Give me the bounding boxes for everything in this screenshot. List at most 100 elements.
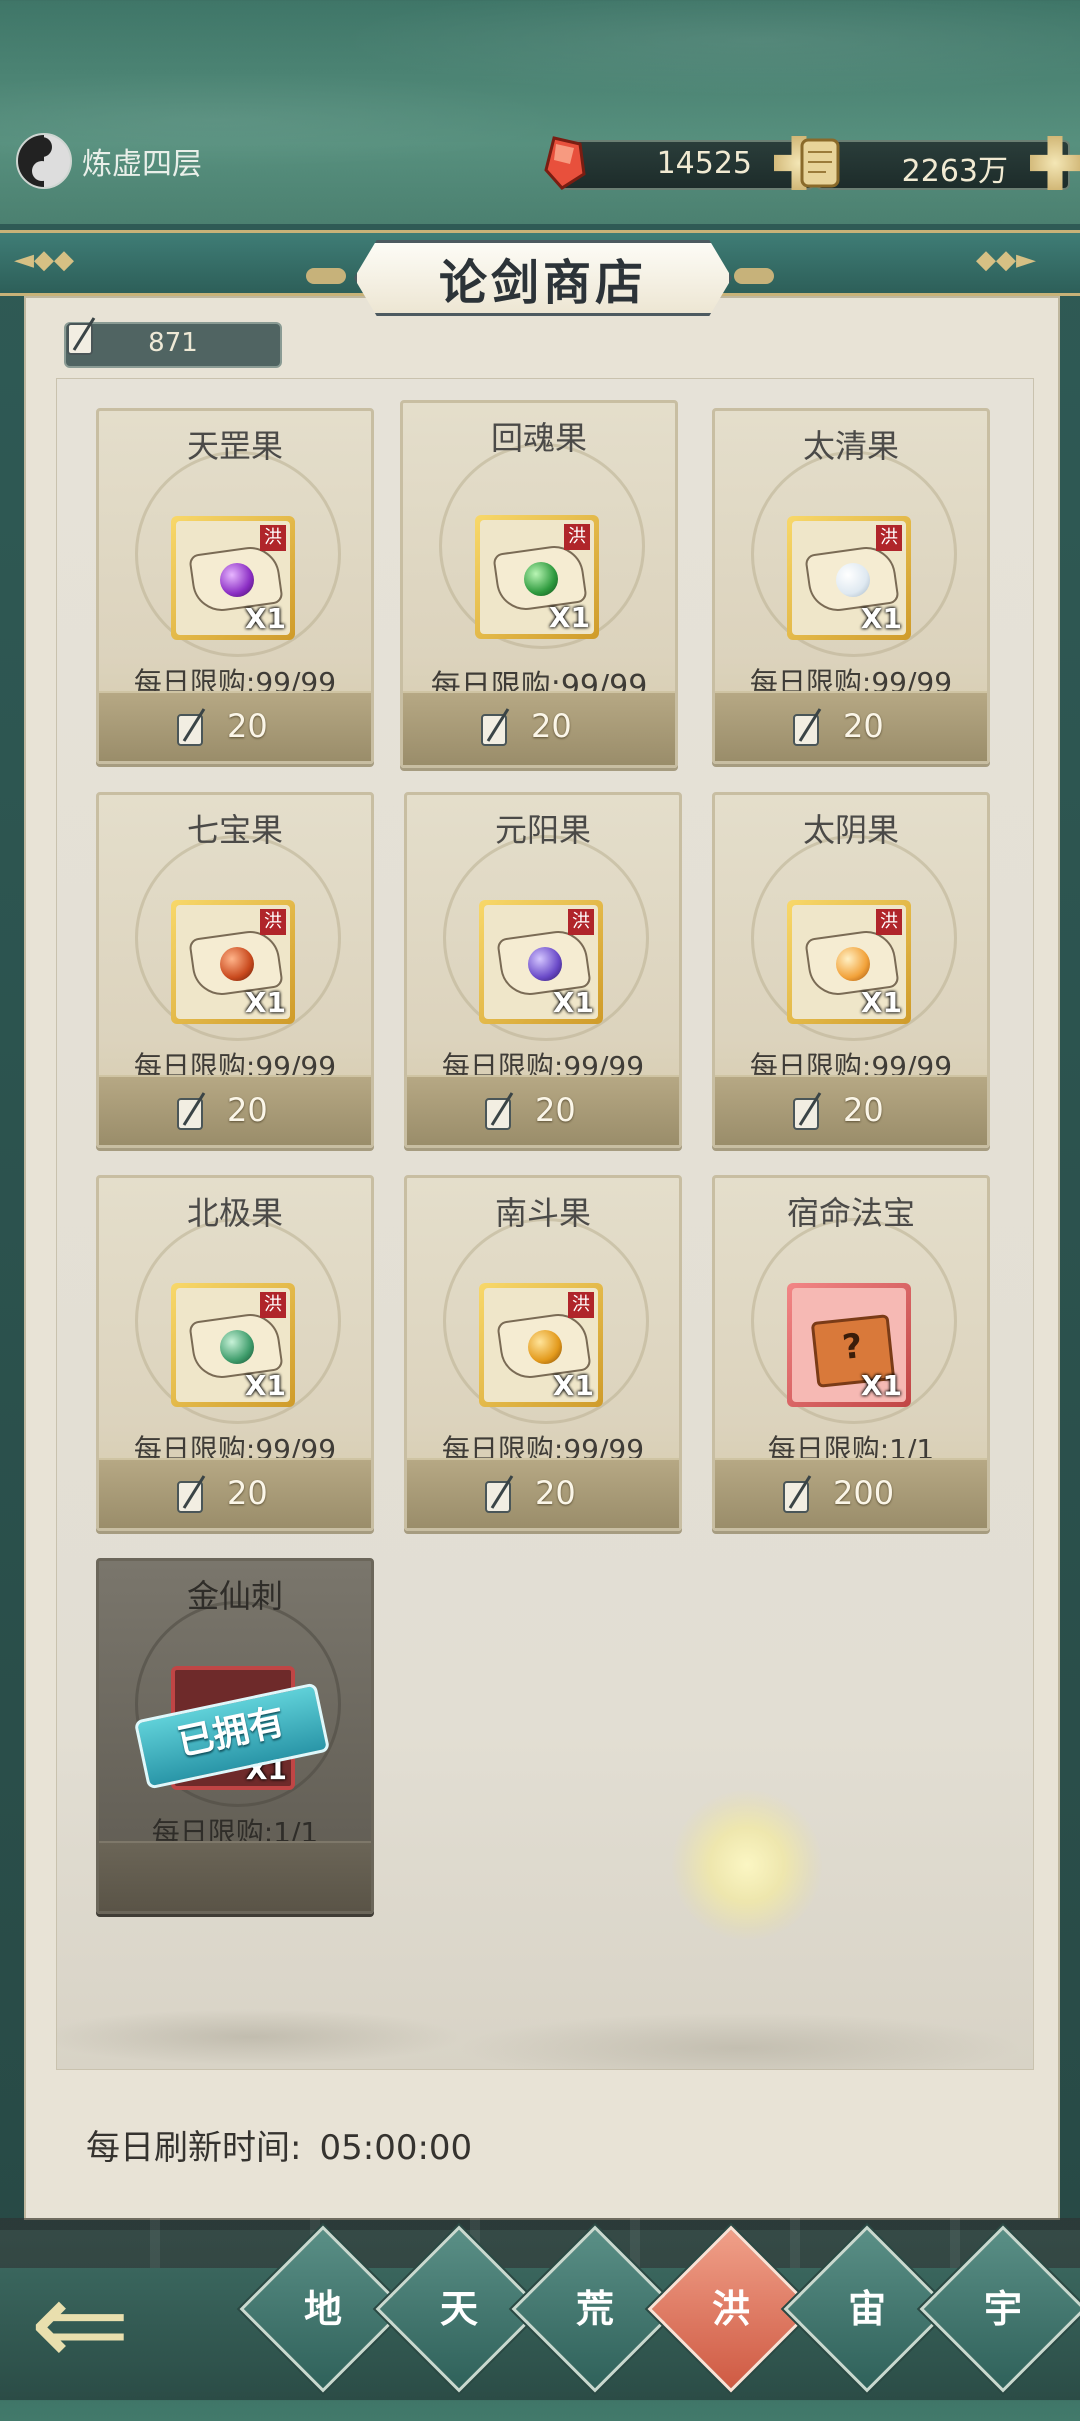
price-bar xyxy=(99,1841,371,1911)
shop-title-plaque: 论剑商店 xyxy=(354,240,732,316)
quill-token-icon xyxy=(177,708,206,746)
tab-label: 宙 xyxy=(847,2287,886,2331)
item-price: 20 xyxy=(531,707,572,745)
fruit-gem-icon xyxy=(220,1330,254,1364)
shop-item-card[interactable]: 南斗果 洪 X1 每日限购:99/99 20 xyxy=(404,1175,682,1531)
currency-scroll: 2263万 xyxy=(800,136,1080,190)
quill-token-icon xyxy=(793,1092,822,1130)
shop-item-card[interactable]: 天罡果 洪 X1 每日限购:99/99 20 xyxy=(96,408,374,764)
tab-label: 荒 xyxy=(575,2287,614,2331)
fruit-gem-icon xyxy=(836,563,870,597)
corner-ornament-left: ◄◆◆ xyxy=(14,245,74,275)
tab-label: 地 xyxy=(303,2287,342,2331)
price-bar[interactable]: 20 xyxy=(99,1458,371,1528)
quill-token-icon xyxy=(485,1475,514,1513)
item-price: 20 xyxy=(227,1091,268,1129)
realm-label: 炼虚四层 xyxy=(82,147,202,182)
item-quantity: X1 xyxy=(860,1369,902,1402)
item-quantity: X1 xyxy=(860,986,902,1019)
tab-label: 洪 xyxy=(711,2287,750,2331)
shop-item-card[interactable]: 宿命法宝 X1 每日限购:1/1 200 xyxy=(712,1175,990,1531)
plaque-knob-right xyxy=(734,268,774,284)
item-icon-slot[interactable]: X1 xyxy=(787,1283,911,1407)
hong-tag: 洪 xyxy=(568,1292,594,1318)
realm-indicator[interactable]: 炼虚四层 xyxy=(16,133,202,189)
shop-item-card[interactable]: 回魂果 洪 X1 每日限购:99/99 20 xyxy=(400,400,678,768)
item-price: 20 xyxy=(843,1091,884,1129)
scroll-icon xyxy=(800,138,840,188)
item-quantity: X1 xyxy=(244,602,286,635)
item-price: 20 xyxy=(227,1474,268,1512)
hong-tag: 洪 xyxy=(568,909,594,935)
back-arrow-icon[interactable]: ⇐ xyxy=(30,2265,230,2385)
hong-tag: 洪 xyxy=(260,909,286,935)
item-quantity: X1 xyxy=(244,1369,286,1402)
price-bar[interactable]: 20 xyxy=(407,1075,679,1145)
shop-item-card[interactable]: 太阴果 洪 X1 每日限购:99/99 20 xyxy=(712,792,990,1148)
fruit-gem-icon xyxy=(528,1330,562,1364)
tab-label: 天 xyxy=(439,2287,478,2331)
quill-token-icon xyxy=(177,1475,206,1513)
item-price: 20 xyxy=(535,1474,576,1512)
hong-tag: 洪 xyxy=(876,909,902,935)
mist-decoration xyxy=(56,1960,1032,2070)
shop-item-card[interactable]: 太清果 洪 X1 每日限购:99/99 20 xyxy=(712,408,990,764)
item-price: 20 xyxy=(227,707,268,745)
item-quantity: X1 xyxy=(548,601,590,634)
shop-item-card[interactable]: 北极果 洪 X1 每日限购:99/99 20 xyxy=(96,1175,374,1531)
item-icon-slot[interactable]: 洪 X1 xyxy=(171,516,295,640)
currency-red-crystal: 14525 xyxy=(544,136,824,190)
quill-token-icon xyxy=(485,1092,514,1130)
item-icon-slot[interactable]: 洪 X1 xyxy=(171,900,295,1024)
quill-token-icon xyxy=(481,708,510,746)
item-icon-slot[interactable]: 洪 X1 xyxy=(479,900,603,1024)
hong-tag: 洪 xyxy=(260,525,286,551)
currency-value: 2263万 xyxy=(901,154,1008,189)
shop-item-card-owned[interactable]: 金仙刺 X1 已拥有 每日限购:1/1 xyxy=(96,1558,374,1914)
price-bar[interactable]: 20 xyxy=(407,1458,679,1528)
item-icon-slot[interactable]: 洪 X1 xyxy=(787,900,911,1024)
price-bar[interactable]: 20 xyxy=(99,1075,371,1145)
price-bar[interactable]: 20 xyxy=(99,691,371,761)
item-price: 20 xyxy=(843,707,884,745)
tab-label: 宇 xyxy=(983,2287,1022,2331)
plaque-knob-left xyxy=(306,268,346,284)
item-name: 元阳果 xyxy=(494,811,591,849)
price-bar[interactable]: 20 xyxy=(715,691,987,761)
swirl-effect xyxy=(672,1790,822,1940)
item-quantity: X1 xyxy=(552,1369,594,1402)
refresh-time-value: 05:00:00 xyxy=(319,2128,473,2168)
corner-ornament-right: ◆◆► xyxy=(976,245,1036,275)
item-icon-slot[interactable]: 洪 X1 xyxy=(475,515,599,639)
price-bar[interactable]: 20 xyxy=(403,691,675,765)
item-name: 天罡果 xyxy=(186,427,283,465)
item-name: 金仙刺 xyxy=(186,1577,283,1615)
item-name: 宿命法宝 xyxy=(786,1194,915,1232)
item-name: 北极果 xyxy=(186,1194,283,1232)
item-name: 七宝果 xyxy=(186,811,283,849)
shop-title: 论剑商店 xyxy=(438,255,647,311)
refresh-label: 每日刷新时间: xyxy=(86,2128,302,2168)
item-name: 太清果 xyxy=(802,427,899,465)
item-name: 太阴果 xyxy=(802,811,899,849)
fruit-gem-icon xyxy=(836,947,870,981)
quill-token-icon xyxy=(793,708,822,746)
hong-tag: 洪 xyxy=(564,524,590,550)
token-balance-value: 871 xyxy=(148,328,198,358)
shop-item-card[interactable]: 元阳果 洪 X1 每日限购:99/99 20 xyxy=(404,792,682,1148)
item-quantity: X1 xyxy=(552,986,594,1019)
hong-tag: 洪 xyxy=(260,1292,286,1318)
item-icon-slot[interactable]: 洪 X1 xyxy=(171,1283,295,1407)
hong-tag: 洪 xyxy=(876,525,902,551)
token-balance: 871 xyxy=(64,317,282,368)
item-name: 回魂果 xyxy=(490,419,587,457)
fruit-gem-icon xyxy=(220,947,254,981)
price-bar[interactable]: 200 xyxy=(715,1458,987,1528)
shop-item-card[interactable]: 七宝果 洪 X1 每日限购:99/99 20 xyxy=(96,792,374,1148)
item-icon-slot[interactable]: 洪 X1 xyxy=(787,516,911,640)
item-icon-slot[interactable]: 洪 X1 xyxy=(479,1283,603,1407)
refresh-time: 每日刷新时间: 05:00:00 xyxy=(86,2120,472,2169)
currency-value: 14525 xyxy=(656,146,752,181)
price-bar[interactable]: 20 xyxy=(715,1075,987,1145)
item-quantity: X1 xyxy=(860,602,902,635)
